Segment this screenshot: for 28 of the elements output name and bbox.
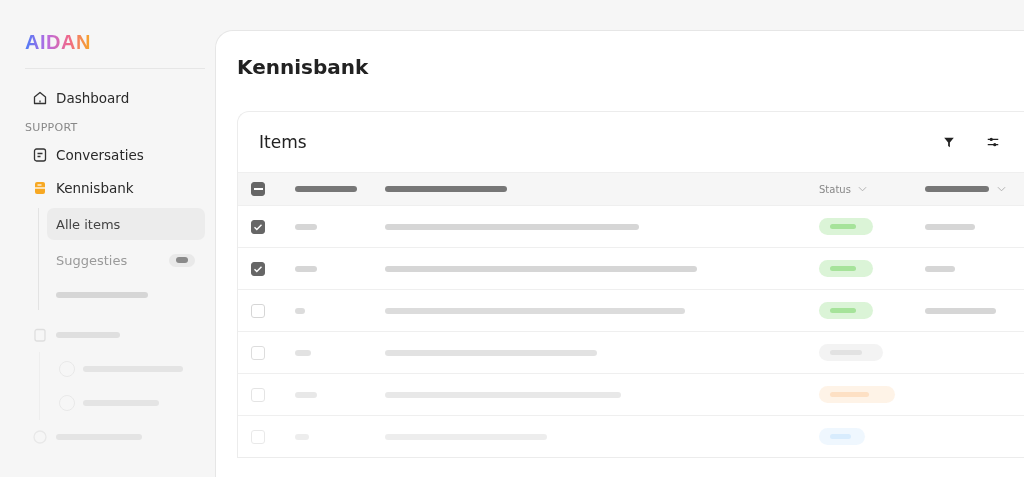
row-checkbox[interactable] (251, 219, 265, 234)
placeholder-line (295, 307, 305, 314)
chevron-down-icon[interactable] (857, 186, 867, 192)
clipboard-icon (32, 327, 48, 343)
home-icon (32, 90, 48, 106)
section-label: SUPPORT (25, 121, 79, 134)
nav-item[interactable]: Conversaties (32, 142, 205, 168)
column-header[interactable]: Status (819, 183, 851, 195)
placeholder-line (295, 265, 317, 272)
select-all-checkbox[interactable] (251, 182, 265, 196)
row-checkbox[interactable] (251, 261, 265, 276)
sliders-icon[interactable] (986, 135, 1000, 149)
nav-subitem[interactable]: Alle items (47, 208, 205, 240)
page-title: Kennisbank (237, 54, 370, 81)
placeholder-line (295, 186, 357, 192)
filter-icon[interactable] (942, 135, 956, 149)
placeholder-line (925, 223, 975, 230)
placeholder-line (925, 307, 996, 314)
placeholder-line (295, 349, 311, 356)
placeholder-line (295, 223, 317, 230)
nav-item[interactable]: Dashboard (32, 85, 205, 111)
chevron-down-icon[interactable] (997, 186, 1006, 192)
nav-item[interactable]: Kennisbank (32, 175, 205, 201)
placeholder-line (925, 186, 989, 192)
placeholder-line (925, 265, 955, 272)
database-icon (32, 180, 48, 196)
document-icon (32, 147, 48, 163)
card-title: Items (259, 132, 307, 152)
